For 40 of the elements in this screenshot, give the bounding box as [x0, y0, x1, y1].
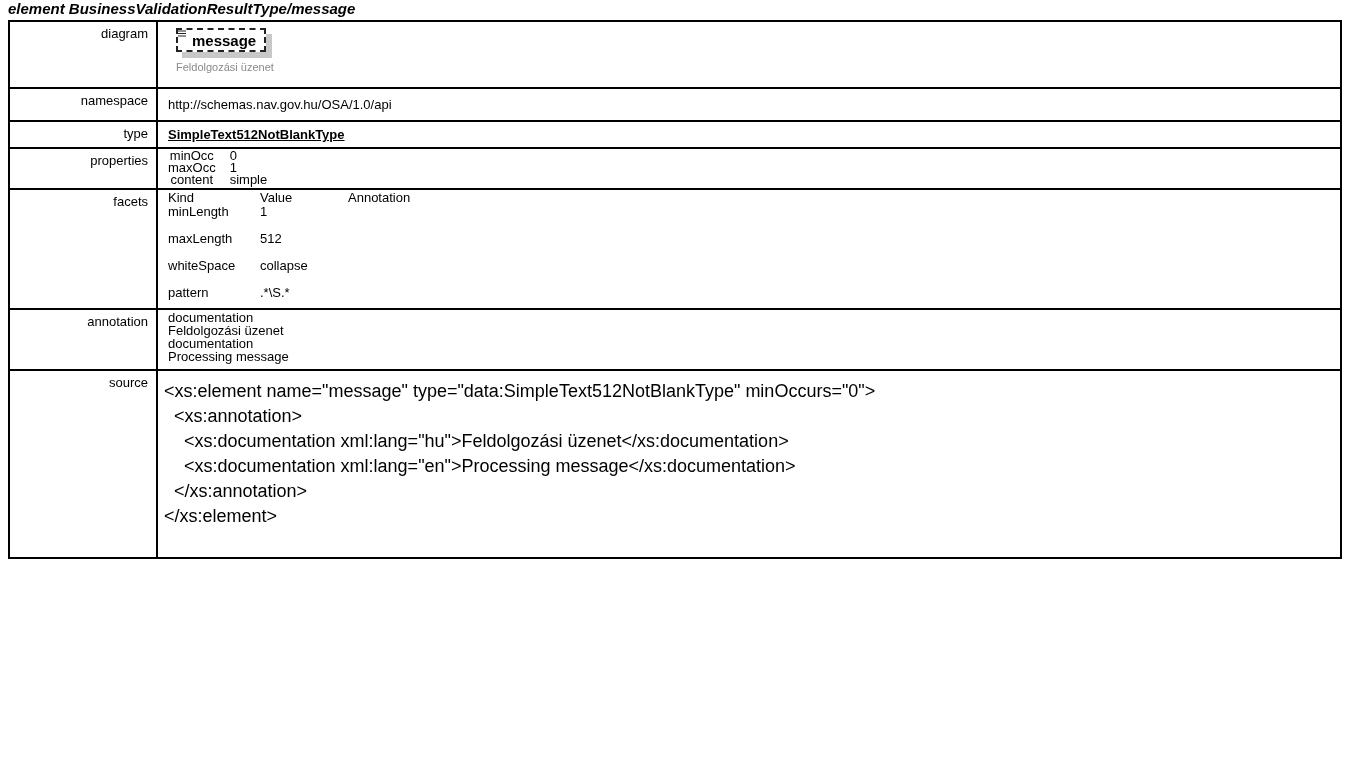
facet-kind: minLength: [168, 204, 230, 221]
source-line: <xs:element name="message" type="data:SimpleText512NotBlankType" minOccurs="0">: [164, 380, 877, 403]
annotation-line: Feldolgozási üzenet: [168, 324, 285, 337]
facet-value: .*\S.*: [260, 284, 291, 302]
row-label: annotation: [87, 314, 148, 329]
source-line: <xs:annotation>: [173, 405, 304, 428]
property-value: simple: [229, 174, 268, 186]
column-header: Annotation: [348, 191, 411, 204]
row-label: diagram: [101, 26, 148, 41]
type-link[interactable]: SimpleText512NotBlankType: [168, 127, 345, 142]
facet-kind: whiteSpace: [168, 257, 237, 275]
source-line: <xs:documentation xml:lang="en">Processing message</xs:documentation>: [183, 455, 797, 478]
namespace-value: http://schemas.nav.gov.hu/OSA/1.0/api: [168, 97, 392, 112]
annotation-line: Processing message: [168, 350, 290, 363]
property-name: maxOcc: [168, 162, 216, 174]
row-label: facets: [113, 194, 148, 209]
facet-value: 1: [260, 204, 269, 221]
property-value: 0: [229, 150, 238, 162]
row-label: source: [108, 375, 148, 390]
source-line: </xs:element>: [164, 505, 279, 528]
facet-value: collapse: [260, 257, 309, 275]
column-header: Kind: [168, 191, 196, 204]
property-value: 1: [229, 162, 238, 174]
facet-kind: pattern: [168, 284, 210, 302]
property-name: content: [169, 174, 215, 186]
facet-value: 512: [260, 230, 283, 248]
property-name: minOcc: [168, 150, 215, 162]
row-label: namespace: [80, 93, 148, 108]
source-line: </xs:annotation>: [173, 480, 309, 503]
lines-icon: [178, 30, 186, 37]
element-node: message: [176, 28, 267, 52]
facet-kind: maxLength: [168, 230, 234, 248]
column-header: Value: [260, 191, 294, 204]
row-label: type: [123, 126, 148, 141]
annotation-line: documentation: [168, 311, 255, 324]
element-caption: Feldolgozási üzenet: [176, 61, 275, 73]
page-heading: element BusinessValidationResultType/message: [8, 0, 357, 18]
row-label: properties: [90, 153, 148, 168]
source-line: <xs:documentation xml:lang="hu">Feldolgozási üzenet</xs:documentation>: [183, 430, 790, 453]
annotation-line: documentation: [168, 337, 255, 350]
